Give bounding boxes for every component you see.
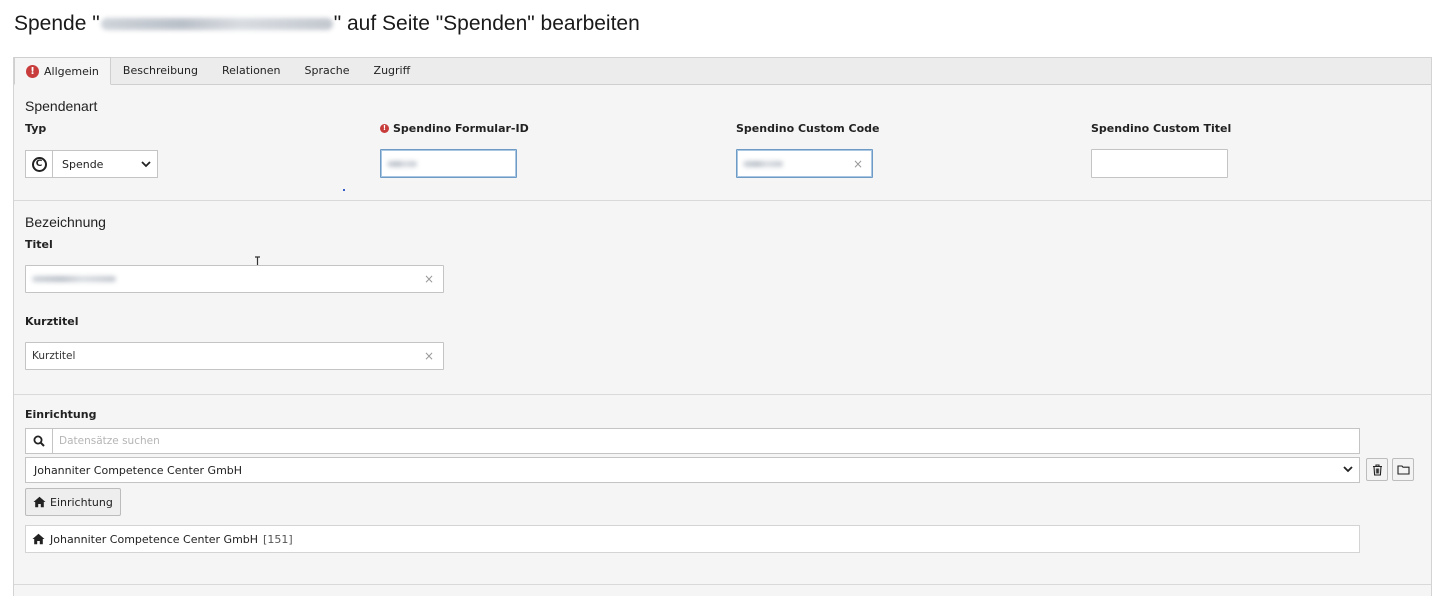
tab-sprache[interactable]: Sprache <box>293 57 362 84</box>
redacted-custom-code <box>743 160 783 167</box>
clear-icon[interactable]: × <box>853 157 863 171</box>
formular-id-label-text: Spendino Formular-ID <box>393 122 529 135</box>
formular-id-label: ! Spendino Formular-ID <box>380 122 529 135</box>
tab-bar: ! Allgemein Beschreibung Relationen Spra… <box>14 57 1431 85</box>
section-divider <box>14 394 1431 395</box>
tab-relationen[interactable]: Relationen <box>210 57 293 84</box>
formular-id-input[interactable] <box>380 149 517 178</box>
typ-select[interactable]: C Spende <box>25 150 158 178</box>
einrichtung-label: Einrichtung <box>25 408 97 421</box>
kurztitel-input[interactable]: Kurztitel × <box>25 342 444 370</box>
clear-icon[interactable]: × <box>424 349 434 363</box>
clear-icon[interactable]: × <box>424 272 434 286</box>
typ-select-value: Spende <box>62 157 104 171</box>
redacted-record-title <box>100 18 333 30</box>
section-divider <box>14 584 1431 585</box>
tab-zugriff[interactable]: Zugriff <box>362 57 423 84</box>
search-icon <box>26 429 53 453</box>
add-einrichtung-button[interactable]: Einrichtung <box>25 488 121 516</box>
redacted-titel <box>32 276 116 282</box>
selected-record-label: Johanniter Competence Center GmbH <box>50 532 259 546</box>
kurztitel-value: Kurztitel <box>32 350 76 362</box>
titel-input[interactable]: × <box>25 265 444 293</box>
tab-allgemein[interactable]: ! Allgemein <box>14 57 111 85</box>
chevron-down-icon <box>135 151 157 177</box>
home-icon <box>32 533 45 545</box>
delete-button[interactable] <box>1366 458 1388 481</box>
einrichtung-select[interactable]: Johanniter Competence Center GmbH <box>25 457 1360 483</box>
folder-icon <box>1396 465 1410 475</box>
section-legend-spendenart: Spendenart <box>25 98 98 114</box>
trash-icon <box>1372 463 1382 476</box>
search-placeholder: Datensätze suchen <box>59 435 160 447</box>
selected-record-row: Johanniter Competence Center GmbH [151] <box>25 525 1360 553</box>
home-icon <box>33 496 46 508</box>
einrichtung-select-value: Johanniter Competence Center GmbH <box>34 463 243 477</box>
record-search[interactable]: Datensätze suchen <box>25 428 1360 454</box>
error-icon: ! <box>26 64 39 78</box>
custom-code-label: Spendino Custom Code <box>736 122 880 135</box>
browse-folder-button[interactable] <box>1392 458 1414 481</box>
chevron-down-icon <box>1343 466 1353 473</box>
stray-dot <box>343 189 345 191</box>
section-divider <box>14 200 1431 201</box>
edit-form: ! Allgemein Beschreibung Relationen Spra… <box>13 57 1432 596</box>
custom-titel-label: Spendino Custom Titel <box>1091 122 1232 135</box>
page-title-suffix: " auf Seite "Spenden" bearbeiten <box>333 12 640 35</box>
page-title: Spende " " auf Seite "Spenden" bearbeite… <box>14 12 640 36</box>
selected-record-uid: [151] <box>263 532 293 546</box>
copyright-icon: C <box>31 156 47 172</box>
section-legend-bezeichnung: Bezeichnung <box>25 214 106 230</box>
titel-label: Titel <box>25 238 53 251</box>
typ-icon-box: C <box>26 151 53 177</box>
kurztitel-label: Kurztitel <box>25 315 79 328</box>
custom-code-input[interactable]: × <box>736 149 873 178</box>
typ-label: Typ <box>25 122 47 135</box>
page-title-prefix: Spende " <box>14 12 100 35</box>
redacted-formular-id <box>387 160 417 167</box>
error-icon: ! <box>380 124 389 133</box>
add-button-label: Einrichtung <box>50 495 113 509</box>
custom-titel-input[interactable] <box>1091 149 1228 178</box>
tab-label: Allgemein <box>44 64 99 78</box>
tab-beschreibung[interactable]: Beschreibung <box>111 57 210 84</box>
